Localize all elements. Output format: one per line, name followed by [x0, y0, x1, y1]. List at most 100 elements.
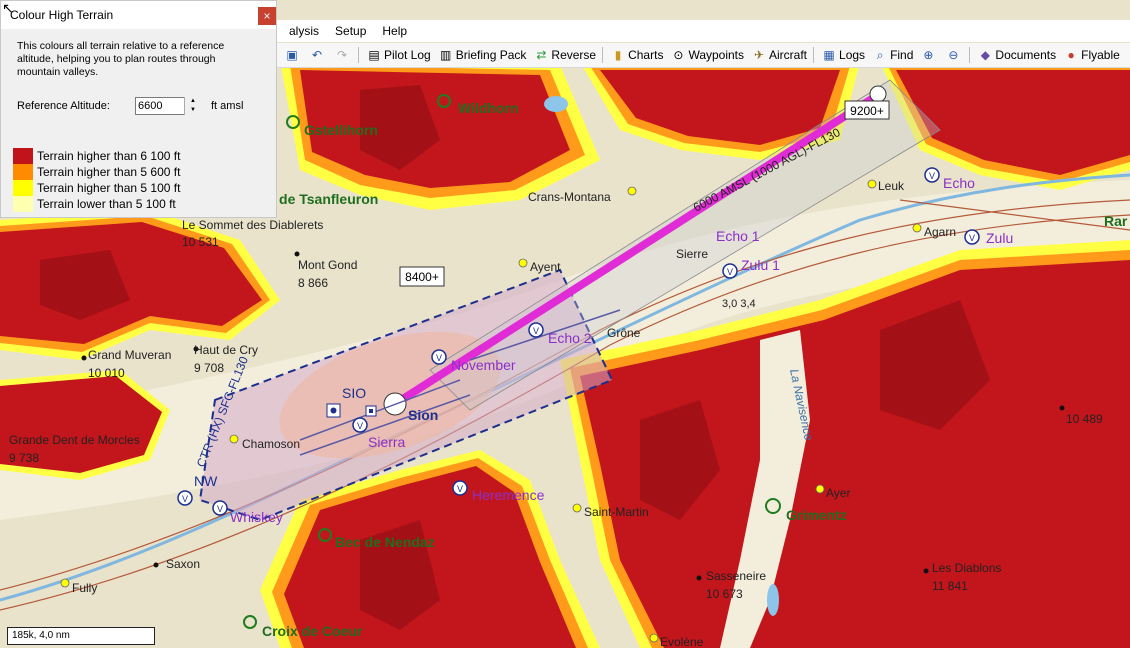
- legend-swatch: [13, 164, 33, 180]
- reverse-label: Reverse: [551, 48, 597, 62]
- place-ayent: Ayent: [530, 260, 561, 274]
- zoom-out-button[interactable]: ⊖: [946, 48, 963, 62]
- waypoint-nw[interactable]: NW: [194, 473, 218, 489]
- peak-schwarzhorn-alt: 10 489: [1066, 412, 1103, 426]
- svg-text:V: V: [436, 353, 442, 363]
- waypoints-icon: ⊙: [673, 48, 684, 62]
- aircraft-button[interactable]: ✈ Aircraft: [752, 48, 807, 62]
- close-button[interactable]: ×: [258, 7, 276, 25]
- briefing-pack-button[interactable]: ▥ Briefing Pack: [439, 48, 527, 62]
- place-sierre: Sierre: [676, 247, 708, 261]
- map-scale-bar: 185k, 4,0 nm: [7, 627, 155, 645]
- legend-item: Terrain higher than 5 600 ft: [13, 164, 180, 180]
- find-button[interactable]: ⌕ Find: [873, 48, 914, 62]
- waypoint-november[interactable]: November: [451, 357, 516, 373]
- documents-button[interactable]: ◆ Documents: [978, 48, 1056, 62]
- waypoint-november-marker: V: [431, 349, 447, 365]
- svg-text:V: V: [182, 494, 188, 504]
- toolbar-separator: [358, 47, 359, 63]
- lake: [767, 584, 779, 616]
- menu-setup[interactable]: Setup: [335, 24, 366, 38]
- waypoint-nw-marker: V: [177, 490, 193, 506]
- legend-item: Terrain higher than 5 100 ft: [13, 180, 180, 196]
- peak-diablerets-alt: 10 531: [182, 235, 219, 249]
- legend-label: Terrain higher than 5 600 ft: [37, 165, 181, 179]
- reference-altitude-stepper[interactable]: ▲ ▼: [184, 97, 201, 115]
- menu-help[interactable]: Help: [382, 24, 407, 38]
- dialog-title: Colour High Terrain: [1, 1, 276, 29]
- svg-text:9200+: 9200+: [850, 104, 884, 118]
- waypoint-heremence[interactable]: Heremence: [472, 487, 545, 503]
- airport-sio-label[interactable]: SIO: [342, 385, 366, 401]
- briefing-pack-label: Briefing Pack: [455, 48, 527, 62]
- pilot-log-icon: ▤: [368, 48, 380, 62]
- terrain-legend: Terrain higher than 6 100 ft Terrain hig…: [13, 148, 180, 212]
- reverse-button[interactable]: ⇄ Reverse: [534, 48, 596, 62]
- flyable-icon: ●: [1067, 48, 1075, 62]
- peak-dent-morcles: Grande Dent de Morcles: [9, 433, 140, 447]
- redo-icon: ↷: [336, 48, 348, 62]
- peak-mont-gond-alt: 8 866: [298, 276, 328, 290]
- toolbar-separator: [969, 47, 971, 63]
- undo-button[interactable]: ↶: [310, 48, 327, 62]
- waypoint-echo-marker: V: [924, 167, 940, 183]
- documents-icon: ◆: [980, 48, 991, 62]
- legend-label: Terrain higher than 5 100 ft: [37, 181, 181, 195]
- waypoint-sierra[interactable]: Sierra: [368, 434, 406, 450]
- aircraft-label: Aircraft: [769, 48, 808, 62]
- landmark-wildhorn: Wildhorn: [458, 100, 519, 116]
- peak-dent-morcles-alt: 9 738: [9, 451, 39, 465]
- briefing-pack-icon: ▥: [440, 48, 452, 62]
- waypoint-whiskey-marker: V: [212, 500, 228, 516]
- svg-text:V: V: [969, 233, 975, 243]
- toolbar: ▣ ↶ ↷ ▤ Pilot Log ▥ Briefing Pack ⇄ Reverse…: [277, 43, 1130, 68]
- waypoint-heremence-marker: V: [452, 480, 468, 496]
- peak-sasseneire: Sasseneire: [706, 569, 766, 583]
- place-grone: Grône: [607, 326, 641, 340]
- altitude-tag-9200: 9200+: [844, 100, 890, 120]
- legend-item: Terrain higher than 6 100 ft: [13, 148, 180, 164]
- waypoints-button[interactable]: ⊙ Waypoints: [671, 48, 744, 62]
- menu-analysis[interactable]: alysis: [289, 24, 319, 38]
- logs-button[interactable]: ▦ Logs: [822, 48, 865, 62]
- close-icon: ×: [263, 9, 271, 23]
- legend-label: Terrain higher than 6 100 ft: [37, 149, 181, 163]
- svg-text:V: V: [533, 326, 539, 336]
- airport-sion-label[interactable]: Sion: [408, 407, 438, 423]
- peak-diablons: Les Diablons: [932, 561, 1001, 575]
- waypoint-zulu1[interactable]: Zulu 1: [741, 257, 780, 273]
- redo-button[interactable]: ↷: [335, 48, 352, 62]
- toolbar-separator: [813, 47, 815, 63]
- route-end-marker[interactable]: [869, 85, 887, 103]
- waypoint-echo[interactable]: Echo: [943, 175, 975, 191]
- find-label: Find: [890, 48, 914, 62]
- airway-values: 3,0 3,4: [722, 298, 756, 310]
- find-icon: ⌕: [876, 48, 884, 62]
- waypoint-echo2-marker: V: [528, 322, 544, 338]
- stepper-up-icon[interactable]: ▲: [184, 97, 201, 106]
- waypoint-zulu[interactable]: Zulu: [986, 230, 1013, 246]
- reference-altitude-label: Reference Altitude:: [17, 100, 110, 112]
- svg-text:V: V: [929, 171, 935, 181]
- place-chamoson: Chamoson: [242, 437, 300, 451]
- flyable-label: Flyable: [1081, 48, 1120, 62]
- save-icon: ▣: [286, 48, 298, 62]
- altitude-tag-8400: 8400+: [399, 266, 445, 287]
- waypoint-echo1[interactable]: Echo 1: [716, 228, 760, 244]
- waypoint-whiskey[interactable]: Whiskey: [230, 509, 283, 525]
- undo-icon: ↶: [311, 48, 323, 62]
- flyable-button[interactable]: ● Flyable: [1064, 48, 1120, 62]
- waypoint-echo2[interactable]: Echo 2: [548, 330, 592, 346]
- landmark-bec-de-nendaz: Bec de Nendaz: [335, 534, 435, 550]
- legend-swatch: [13, 148, 33, 164]
- waypoint-zulu-marker: V: [964, 229, 980, 245]
- svg-text:V: V: [457, 484, 463, 494]
- zoom-in-button[interactable]: ⊕: [921, 48, 938, 62]
- charts-button[interactable]: ▮ Charts: [611, 48, 664, 62]
- pilot-log-button[interactable]: ▤ Pilot Log: [367, 48, 430, 62]
- landmark-gstellihorn: Gstellihorn: [304, 122, 378, 138]
- stepper-down-icon[interactable]: ▼: [184, 106, 201, 115]
- logs-icon: ▦: [823, 48, 835, 62]
- save-button[interactable]: ▣: [285, 48, 302, 62]
- svg-text:V: V: [727, 267, 733, 277]
